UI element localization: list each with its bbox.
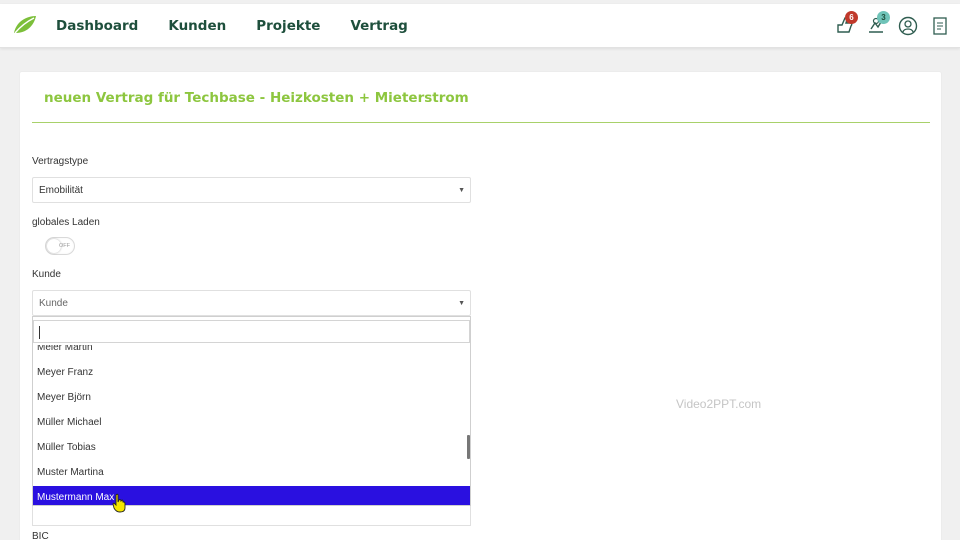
user-icon[interactable]: [898, 15, 918, 37]
dropdown-option-selected[interactable]: Mustermann Max: [33, 486, 470, 505]
kunde-placeholder: Kunde: [39, 298, 68, 309]
title-divider: [32, 122, 930, 123]
nav-kunden[interactable]: Kunden: [168, 18, 226, 34]
watermark: Video2PPT.com: [676, 397, 762, 411]
text-cursor: [39, 326, 40, 339]
dropdown-option[interactable]: Meyer Franz: [33, 361, 470, 383]
dropdown-scrollbar[interactable]: [467, 435, 470, 459]
page-title: neuen Vertrag für Techbase - Heizkosten …: [44, 90, 469, 106]
hidden-field-box[interactable]: [32, 506, 471, 526]
contract-form-card: neuen Vertrag für Techbase - Heizkosten …: [20, 72, 941, 540]
bic-label: BIC: [32, 531, 49, 540]
caret-down-icon: ▼: [458, 300, 465, 307]
tasks-icon[interactable]: 3: [866, 11, 890, 37]
main-nav: Dashboard Kunden Projekte Vertrag: [56, 4, 408, 48]
vertragstype-label: Vertragstype: [32, 156, 89, 167]
toggle-off-text: OFF: [59, 243, 70, 249]
kunde-dropdown: Meier Martin Meyer Franz Meyer Björn Mül…: [32, 316, 471, 506]
vertragstype-value: Emobilität: [39, 185, 83, 196]
hand-cursor-icon: [111, 493, 127, 513]
dropdown-option[interactable]: Meier Martin: [33, 345, 470, 357]
dropdown-search-input[interactable]: [33, 320, 470, 343]
dropdown-option[interactable]: Müller Michael: [33, 411, 470, 433]
dropdown-option[interactable]: Müller Tobias: [33, 436, 470, 458]
top-navbar: Dashboard Kunden Projekte Vertrag 6 3: [0, 4, 960, 48]
document-icon[interactable]: [930, 15, 950, 37]
dropdown-option[interactable]: Meyer Björn: [33, 386, 470, 408]
globales-laden-toggle[interactable]: OFF: [45, 237, 75, 255]
tasks-badge: 3: [877, 11, 890, 24]
nav-vertrag[interactable]: Vertrag: [350, 18, 407, 34]
leaf-logo-icon[interactable]: [12, 14, 38, 36]
nav-projekte[interactable]: Projekte: [256, 18, 320, 34]
thumb-icon[interactable]: 6: [834, 11, 858, 37]
nav-dashboard[interactable]: Dashboard: [56, 18, 138, 34]
vertragstype-select[interactable]: Emobilität ▼: [32, 177, 471, 203]
kunde-select[interactable]: Kunde ▼: [32, 290, 471, 316]
caret-down-icon: ▼: [458, 187, 465, 194]
notification-badge: 6: [845, 11, 858, 24]
nav-icons: 6 3: [834, 4, 950, 48]
kunde-label: Kunde: [32, 269, 61, 280]
dropdown-option[interactable]: Muster Martina: [33, 461, 470, 483]
dropdown-options[interactable]: Meier Martin Meyer Franz Meyer Björn Mül…: [33, 345, 470, 505]
globales-laden-label: globales Laden: [32, 217, 100, 228]
